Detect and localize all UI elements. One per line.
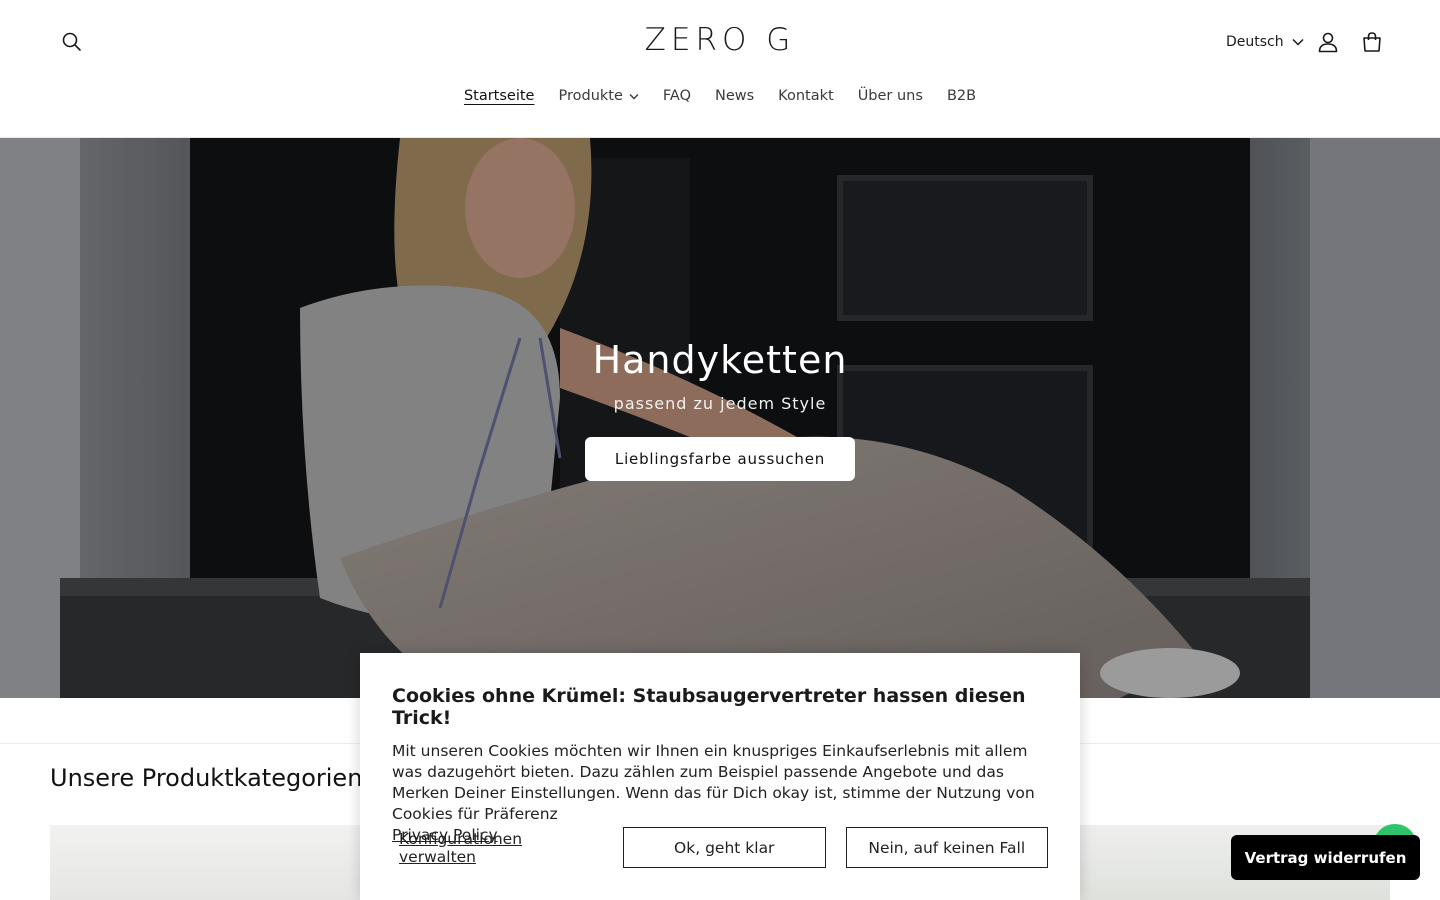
language-label: Deutsch — [1226, 34, 1284, 50]
hero-cta-button[interactable]: Lieblingsfarbe aussuchen — [584, 437, 856, 481]
cookie-banner: Cookies ohne Krümel: Staubsaugervertrete… — [360, 653, 1080, 900]
account-icon — [1318, 32, 1338, 53]
nav-label: News — [714, 88, 755, 104]
manage-cookies-link[interactable]: Konfigurationen verwalten — [392, 830, 603, 866]
cookie-title: Cookies ohne Krümel: Staubsaugervertrete… — [392, 685, 1026, 729]
nav-label: Kontakt — [778, 88, 834, 104]
decline-cookies-button[interactable]: Nein, auf keinen Fall — [845, 827, 1048, 868]
withdraw-contract-button[interactable]: Vertrag widerrufen — [1231, 835, 1420, 880]
nav-item-produkte[interactable]: Produkte — [546, 88, 650, 104]
hero-content: Handyketten passend zu jedem Style Liebl… — [0, 338, 1440, 481]
nav-label: Startseite — [463, 88, 535, 104]
nav-item-b2b[interactable]: B2B — [935, 88, 988, 104]
nav-item-ueber-uns[interactable]: Über uns — [846, 88, 935, 104]
cookie-body: Mit unseren Cookies möchten wir Ihnen ei… — [392, 742, 1035, 823]
language-selector[interactable]: Deutsch — [1218, 24, 1312, 60]
nav-label: FAQ — [662, 88, 691, 104]
category-thumbnail[interactable] — [50, 825, 370, 900]
nav-label: Über uns — [857, 88, 923, 104]
site-logo[interactable]: ZERO G — [620, 22, 820, 58]
cookie-actions: Konfigurationen verwalten Ok, geht klar … — [392, 827, 1048, 868]
nav-item-kontakt[interactable]: Kontakt — [766, 88, 846, 104]
nav-label: Produkte — [558, 88, 623, 104]
hero-title: Handyketten — [592, 338, 848, 382]
section-title: Unsere Produktkategorien: — [50, 764, 371, 792]
account-button[interactable] — [1310, 24, 1346, 60]
cart-icon — [1363, 32, 1381, 52]
search-button[interactable] — [54, 24, 90, 60]
nav-item-faq[interactable]: FAQ — [651, 88, 703, 104]
nav-label: B2B — [946, 88, 977, 104]
nav-item-startseite[interactable]: Startseite — [452, 88, 547, 104]
chevron-down-icon — [629, 93, 639, 99]
chevron-down-icon — [1292, 38, 1304, 46]
search-icon — [62, 32, 81, 51]
nav-item-news[interactable]: News — [703, 88, 766, 104]
accept-cookies-button[interactable]: Ok, geht klar — [623, 827, 826, 868]
cart-button[interactable] — [1354, 24, 1390, 60]
hero-banner: Handyketten passend zu jedem Style Liebl… — [0, 138, 1440, 698]
hero-subtitle: passend zu jedem Style — [613, 394, 827, 413]
site-header: ZERO G Deutsch Startseite Produkte FAQ N… — [0, 0, 1440, 138]
main-nav: Startseite Produkte FAQ News Kontakt Übe… — [0, 80, 1440, 112]
